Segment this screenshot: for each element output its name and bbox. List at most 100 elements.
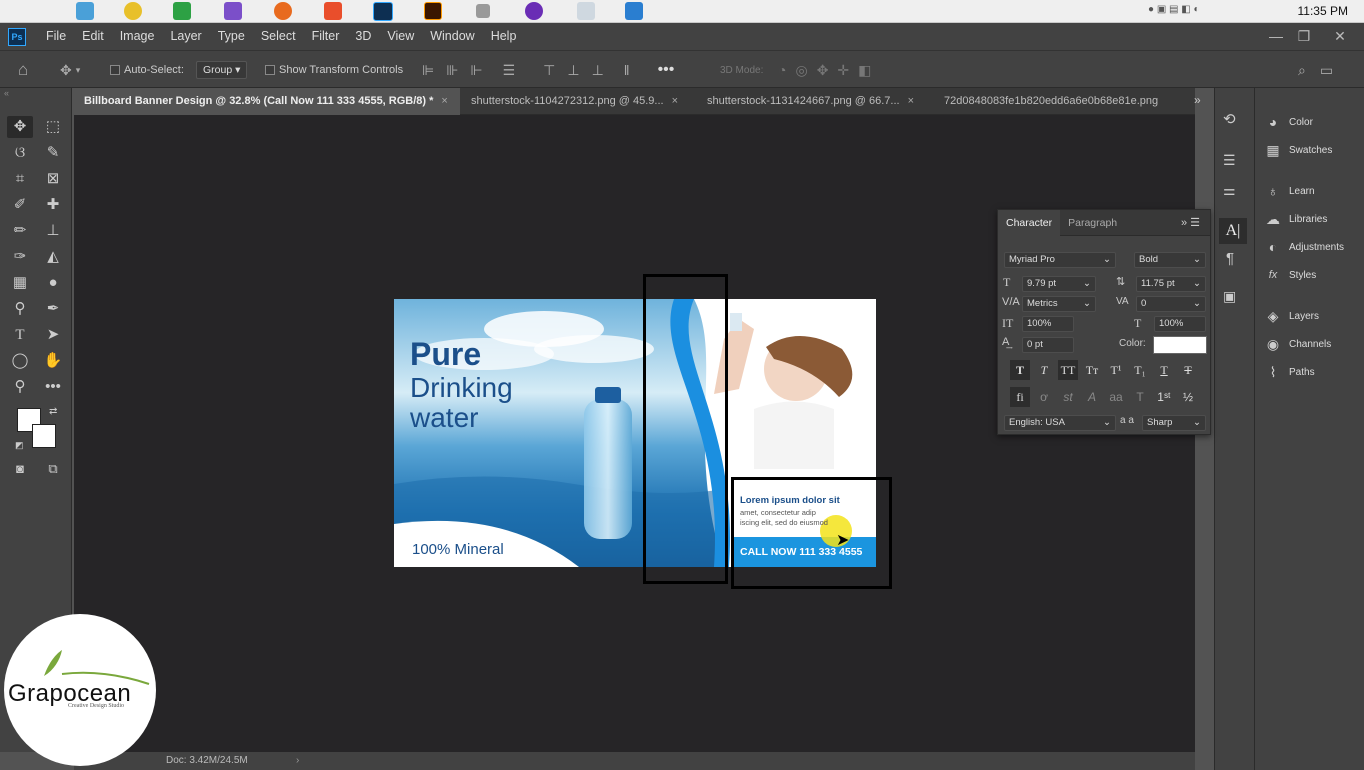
crop-tool-icon[interactable]: ⌗ xyxy=(7,168,33,190)
align-left-icon[interactable]: ⊫ xyxy=(422,62,434,79)
collapse-icon[interactable]: « xyxy=(4,88,9,98)
brush-settings-icon[interactable]: ☰ xyxy=(1223,152,1236,169)
clock[interactable]: 11:35 PM xyxy=(1298,4,1348,18)
all-caps-button[interactable]: TT xyxy=(1058,360,1078,380)
distribute-vertical-icon[interactable]: ‖ xyxy=(624,62,630,78)
workspace-icon[interactable]: ▭ xyxy=(1320,62,1333,79)
faux-bold-button[interactable]: T xyxy=(1010,360,1030,380)
strikethrough-button[interactable]: T xyxy=(1178,360,1198,380)
font-family-select[interactable]: Myriad Pro ⌄ xyxy=(1004,252,1116,268)
default-colors-icon[interactable]: ◩ xyxy=(15,440,24,451)
align-bottom-icon[interactable]: ⊥ xyxy=(592,62,604,79)
dodge-tool-icon[interactable]: ⚲ xyxy=(7,298,33,320)
menu-layer[interactable]: Layer xyxy=(162,23,209,50)
baseline-shift-field[interactable]: 0 pt xyxy=(1022,337,1074,353)
horizontal-scale-field[interactable]: 100% xyxy=(1154,316,1206,332)
hand-tool-icon[interactable]: ✋ xyxy=(40,350,66,372)
doc-size[interactable]: Doc: 3.42M/24.5M xyxy=(166,752,248,770)
swap-colors-icon[interactable]: ⇄ xyxy=(49,406,57,417)
tab-character[interactable]: Character xyxy=(998,209,1061,236)
align-center-icon[interactable]: ⊪ xyxy=(446,62,458,79)
more-tabs-icon[interactable]: » xyxy=(1194,93,1201,107)
tab-billboard[interactable]: Billboard Banner Design @ 32.8% (Call No… xyxy=(74,88,460,115)
ordinal-st-button[interactable]: 1ˢᵗ xyxy=(1154,387,1174,407)
transform-controls-checkbox[interactable] xyxy=(265,65,275,75)
menu-file[interactable]: File xyxy=(38,23,74,50)
faux-italic-button[interactable]: T xyxy=(1034,360,1054,380)
slide-3d-icon[interactable]: ✛ xyxy=(837,62,849,79)
chrome-app-icon[interactable] xyxy=(124,2,142,20)
stamp-tool-icon[interactable]: ⊥ xyxy=(40,220,66,242)
path-select-tool-icon[interactable]: ➤ xyxy=(40,324,66,346)
pen-tool-icon[interactable]: ✒ xyxy=(40,298,66,320)
finder-app-icon[interactable] xyxy=(76,2,94,20)
red-app-icon[interactable] xyxy=(324,2,342,20)
subscript-button[interactable]: T₁ xyxy=(1130,360,1150,380)
grey-app-icon[interactable] xyxy=(476,4,490,18)
menu-filter[interactable]: Filter xyxy=(304,23,348,50)
antialias-select[interactable]: Sharp ⌄ xyxy=(1142,415,1206,431)
network-app-icon[interactable] xyxy=(625,2,643,20)
align-middle-icon[interactable]: ⊥ xyxy=(567,62,579,79)
home-icon[interactable]: ⌂ xyxy=(18,60,28,80)
panel-channels[interactable]: ◉ Channels xyxy=(1263,334,1331,354)
screen-mode-icon[interactable]: ⧉ xyxy=(40,458,66,480)
panel-color[interactable]: ◕ Color xyxy=(1263,112,1313,132)
move-tool-icon[interactable]: ✥ xyxy=(60,62,72,79)
tab-shutterstock-1[interactable]: shutterstock-1104272312.png @ 45.9... × xyxy=(461,88,695,115)
panel-menu-icon[interactable]: » ☰ xyxy=(1181,216,1200,229)
minimize-button[interactable]: — xyxy=(1262,23,1290,50)
panel-learn[interactable]: ♁ Learn xyxy=(1263,181,1315,201)
more-tools-icon[interactable]: ••• xyxy=(40,376,66,398)
close-tab-icon[interactable]: × xyxy=(908,95,914,107)
lasso-tool-icon[interactable]: ଓ xyxy=(7,142,33,164)
quick-mask-icon[interactable]: ◙ xyxy=(7,458,33,480)
background-color-swatch[interactable] xyxy=(32,424,56,448)
gradient-tool-icon[interactable]: ▦ xyxy=(7,272,33,294)
panel-styles[interactable]: fx Styles xyxy=(1263,265,1317,285)
menu-window[interactable]: Window xyxy=(422,23,482,50)
panel-adjustments[interactable]: ◐ Adjustments xyxy=(1263,237,1344,257)
fractions-button[interactable]: ½ xyxy=(1178,387,1198,407)
roll-3d-icon[interactable]: ◎ xyxy=(795,62,807,79)
ellipse-tool-icon[interactable]: ◯ xyxy=(7,350,33,372)
close-tab-icon[interactable]: × xyxy=(441,95,447,107)
healing-tool-icon[interactable]: ✚ xyxy=(40,194,66,216)
align-right-icon[interactable]: ⊩ xyxy=(470,62,482,79)
font-size-field[interactable]: 9.79 pt ⌄ xyxy=(1022,276,1096,292)
old-style-button[interactable]: ơ xyxy=(1034,387,1054,407)
auto-select-dropdown[interactable]: Group ▾ xyxy=(196,61,248,79)
menu-view[interactable]: View xyxy=(379,23,422,50)
menu-select[interactable]: Select xyxy=(253,23,304,50)
marquee-tool-icon[interactable]: ⬚ xyxy=(40,116,66,138)
camera-3d-icon[interactable]: ◧ xyxy=(858,62,871,79)
stylistic-button[interactable]: A xyxy=(1082,387,1102,407)
history-brush-tool-icon[interactable]: ✑ xyxy=(7,246,33,268)
text-color-swatch[interactable] xyxy=(1153,336,1207,354)
close-window-button[interactable]: ✕ xyxy=(1326,23,1354,50)
move-tool-icon[interactable]: ✥ xyxy=(7,116,33,138)
doc-app-icon[interactable] xyxy=(577,2,595,20)
titling-button[interactable]: aa xyxy=(1106,387,1126,407)
eyedropper-tool-icon[interactable]: ✐ xyxy=(7,194,33,216)
tracking-field[interactable]: 0 ⌄ xyxy=(1136,296,1206,312)
history-icon[interactable]: ⟲ xyxy=(1223,110,1236,128)
language-select[interactable]: English: USA ⌄ xyxy=(1004,415,1116,431)
menu-help[interactable]: Help xyxy=(483,23,525,50)
chevron-down-icon[interactable]: ▾ xyxy=(76,65,81,76)
panel-swatches[interactable]: ▦ Swatches xyxy=(1263,140,1332,160)
character-panel-icon[interactable]: A| xyxy=(1219,218,1247,244)
brush-tool-icon[interactable]: ✏ xyxy=(7,220,33,242)
panel-layers[interactable]: ◈ Layers xyxy=(1263,306,1319,326)
illustrator-app-icon[interactable] xyxy=(424,2,442,20)
small-caps-button[interactable]: Tт xyxy=(1082,360,1102,380)
menu-type[interactable]: Type xyxy=(210,23,253,50)
quick-select-tool-icon[interactable]: ✎ xyxy=(40,142,66,164)
swash-button[interactable]: st xyxy=(1058,387,1078,407)
restore-button[interactable]: ❐ xyxy=(1290,23,1318,50)
tray-icons[interactable]: ● ▣ ▤ ◧ ◐ xyxy=(1148,4,1200,15)
close-tab-icon[interactable]: × xyxy=(672,95,678,107)
type-tool-icon[interactable]: T xyxy=(7,324,33,346)
orbit-3d-icon[interactable]: ◔ xyxy=(778,62,786,78)
panel-libraries[interactable]: ☁ Libraries xyxy=(1263,209,1327,229)
